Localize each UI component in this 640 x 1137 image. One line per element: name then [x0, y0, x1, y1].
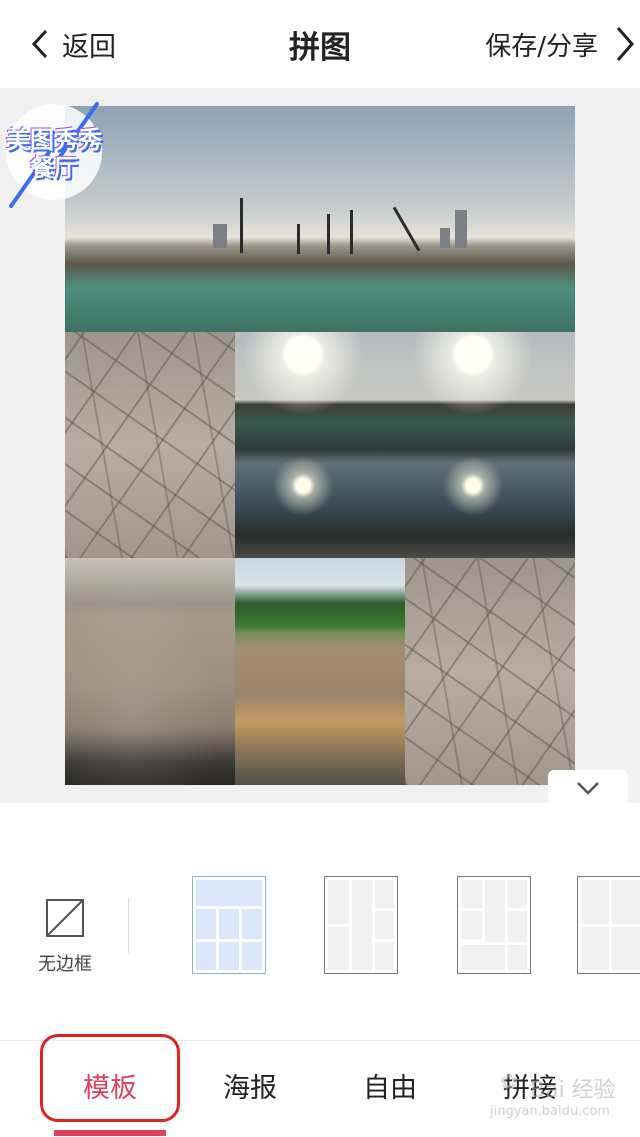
tab-poster[interactable]: 海报: [190, 1041, 310, 1137]
tab-free[interactable]: 自由: [330, 1041, 450, 1137]
chevron-down-icon: [577, 782, 599, 795]
no-frame-label: 无边框: [38, 954, 92, 975]
collage-grid: [65, 106, 575, 785]
collage-canvas: [0, 88, 640, 803]
template-option-2[interactable]: [324, 876, 398, 974]
annotation-highlight-box: [40, 1034, 180, 1122]
sticker-badge[interactable]: 美图秀秀 餐厅: [6, 101, 102, 209]
no-frame-option[interactable]: 无边框: [30, 898, 100, 976]
photo-sun-reflection-2[interactable]: [405, 332, 575, 558]
save-share-label: 保存/分享: [485, 31, 598, 62]
photo-river-trees[interactable]: [235, 558, 405, 785]
photo-cracked-mud-2[interactable]: [405, 558, 575, 785]
active-tab-indicator: [54, 1130, 166, 1136]
back-button[interactable]: 返回: [30, 22, 116, 66]
watermark: ✿ Bai 经验 jingyan.baidu.com: [470, 1070, 640, 1130]
photo-muddy-water[interactable]: [65, 558, 235, 785]
template-option-1[interactable]: [192, 876, 266, 974]
chevron-left-icon: [31, 29, 48, 59]
photo-cracked-mud-1[interactable]: [65, 332, 235, 558]
back-label: 返回: [62, 31, 116, 63]
divider: [128, 898, 129, 953]
chevron-right-icon: [616, 27, 634, 61]
template-option-4[interactable]: [577, 876, 640, 974]
badge-line-2: 餐厅: [30, 154, 78, 182]
top-bar: 返回 拼图 保存/分享: [0, 0, 640, 88]
paw-icon: ✿: [500, 1070, 519, 1095]
template-option-3[interactable]: [457, 876, 531, 974]
badge-line-1: 美图秀秀: [6, 126, 102, 154]
save-share-button[interactable]: 保存/分享: [485, 22, 640, 66]
watermark-sub: jingyan.baidu.com: [490, 1104, 610, 1119]
watermark-main: Bai 经验: [530, 1078, 616, 1103]
no-frame-icon: [46, 899, 84, 937]
photo-construction-site[interactable]: [65, 106, 575, 332]
photo-sun-reflection-1[interactable]: [235, 332, 405, 558]
collapse-panel-button[interactable]: [548, 770, 628, 806]
template-selector: 无边框: [0, 803, 640, 1040]
